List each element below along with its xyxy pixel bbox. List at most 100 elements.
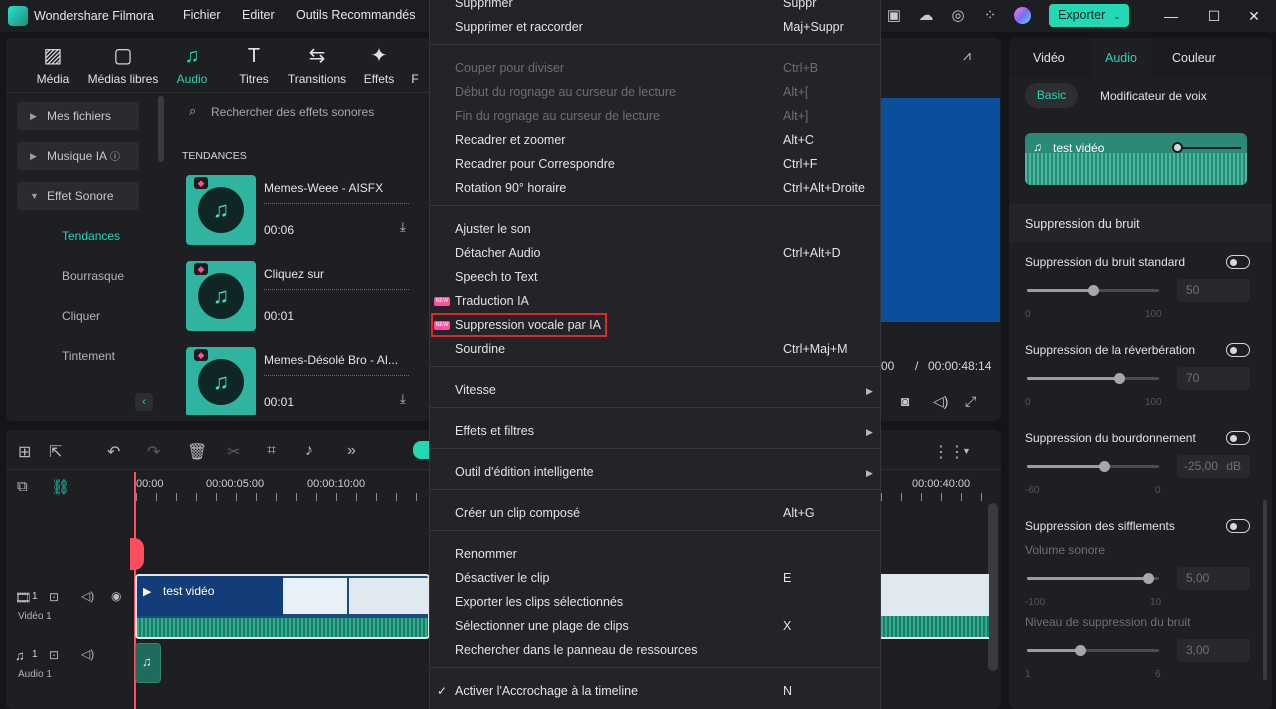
video-clip-tail[interactable] [881,574,989,639]
search-input[interactable]: Rechercher des effets sonores [211,105,374,119]
menu-item[interactable]: Sélectionner une plage de clips [455,619,629,633]
menu-editer[interactable]: Editer [242,8,275,22]
volume-icon[interactable]: ◁) [933,393,948,410]
close-icon[interactable]: ✕ [1244,7,1264,25]
volume-handle[interactable] [1172,142,1183,153]
menu-item[interactable]: Ajuster le son [455,222,531,236]
slider-noise-standard[interactable] [1027,285,1159,296]
layout-icon[interactable]: ⊞ [18,442,31,462]
redo-icon[interactable]: ↷ [147,442,160,462]
toggle-noise-standard[interactable] [1226,255,1250,269]
menu-item[interactable]: Fin du rognage au curseur de lecture [455,109,660,123]
slider-reverb[interactable] [1027,373,1159,384]
menu-item[interactable]: Détacher Audio [455,246,540,260]
sound-card[interactable]: ♫ ◆ Memes-Weee - AISFX 00:06 ⤓ [182,171,425,247]
maximize-icon[interactable]: ☐ [1204,7,1224,25]
chevron-down-icon[interactable]: ▼ [962,446,971,456]
audio-clip[interactable]: ♫ [135,643,161,683]
more-tools-icon[interactable]: » [347,442,356,460]
sidebar-sub-tintement[interactable]: Tintement [62,349,115,363]
toggle-reverb[interactable] [1226,343,1250,357]
sidebar-item-mes-fichiers[interactable]: ▶ Mes fichiers [17,102,139,130]
menu-item[interactable]: Rechercher dans le panneau de ressources [455,643,698,657]
ai-orb-icon[interactable] [1014,7,1031,24]
slider-hum[interactable] [1027,461,1159,472]
menu-item[interactable]: Recadrer et zoomer [455,133,565,147]
sidebar-item-effet-sonore[interactable]: ▼ Effet Sonore [17,182,139,210]
playhead-handle[interactable] [130,538,144,570]
crop-icon[interactable]: ⌗ [267,442,276,460]
menu-item[interactable]: Effets et filtres [455,424,534,438]
add-track-icon[interactable]: ⧉ [17,478,28,495]
value-noise-level[interactable]: 3,00 [1177,639,1250,662]
menu-item[interactable]: Créer un clip composé [455,506,580,520]
collapse-sidebar-icon[interactable]: ‹ [135,393,153,411]
tab-couleur[interactable]: Couleur [1172,51,1216,65]
track-options-icon[interactable]: ⋮⋮ [933,442,965,462]
delete-icon[interactable]: 🗑 [187,442,207,462]
ai-assistant-icon[interactable] [413,441,429,459]
menu-item[interactable]: Sourdine [455,342,505,356]
video-clip[interactable]: ▶ test vidéo [135,574,430,639]
cut-icon[interactable]: ✂ [227,442,240,462]
menu-item[interactable]: Couper pour diviser [455,61,564,75]
menu-item[interactable]: Désactiver le clip [455,571,549,585]
fullscreen-icon[interactable]: ⤢ [965,393,976,410]
tab-audio-props[interactable]: Audio [1091,38,1151,78]
subtab-basic[interactable]: Basic [1025,83,1078,108]
menu-item[interactable]: Début du rognage au curseur de lecture [455,85,676,99]
toggle-hiss[interactable] [1226,519,1250,533]
slider-knob[interactable] [1098,461,1110,472]
sidebar-scrollbar[interactable] [158,96,164,162]
value-hum[interactable]: -25,00 dB [1177,455,1250,478]
subtab-voice-changer[interactable]: Modificateur de voix [1100,89,1207,103]
menu-item[interactable]: Speech to Text [455,270,537,284]
panel-scrollbar[interactable] [1263,500,1267,680]
toggle-hum[interactable] [1226,431,1250,445]
link-icon[interactable]: ⛓ [51,478,70,496]
menu-item[interactable]: Recadrer pour Correspondre [455,157,615,171]
eye-icon[interactable]: ◉ [111,589,121,603]
lock-icon[interactable]: ⊡ [49,590,59,604]
tab-titles[interactable]: T Titres [218,44,290,86]
save-icon[interactable]: ▣ [885,7,903,25]
sidebar-sub-tendances[interactable]: Tendances [62,229,120,243]
slider-knob[interactable] [1088,285,1099,296]
menu-item[interactable]: Vitesse [455,383,496,397]
value-hiss-volume[interactable]: 5,00 [1177,567,1250,590]
download-icon[interactable]: ⤓ [400,391,406,407]
menu-item[interactable]: Supprimer [455,0,513,10]
volume-icon[interactable]: ◁) [81,589,94,603]
sidebar-sub-cliquer[interactable]: Cliquer [62,309,100,323]
menu-item[interactable]: Activer l'Accrochage à la timeline [455,684,638,698]
slider-noise-level[interactable] [1027,645,1159,656]
tab-video[interactable]: Vidéo [1033,51,1065,65]
menu-item[interactable]: Traduction IA [455,294,529,308]
cloud-upload-icon[interactable]: ☁ [917,7,935,25]
tab-stock-media[interactable]: ▢ Médias libres [86,44,160,86]
slider-knob[interactable] [1074,645,1086,656]
value-noise-standard[interactable]: 50 [1177,279,1250,302]
minimize-icon[interactable]: — [1161,7,1181,25]
download-icon[interactable]: ⤓ [400,219,406,235]
export-button[interactable]: Exporter ⌄ [1049,4,1129,27]
menu-outils[interactable]: Outils Recommandés [296,8,416,22]
menu-fichier[interactable]: Fichier [183,8,221,22]
sidebar-sub-bourrasque[interactable]: Bourrasque [62,269,124,283]
scope-icon[interactable]: ⩘ [963,47,971,64]
tab-media[interactable]: ▨ Média [17,44,89,86]
menu-item[interactable]: Outil d'édition intelligente [455,465,594,479]
snapshot-icon[interactable]: ◙ [901,393,909,409]
audio-edit-icon[interactable]: ♪ [305,442,313,460]
headset-icon[interactable]: ◎ [949,7,967,25]
menu-item[interactable]: Renommer [455,547,517,561]
slider-hiss-volume[interactable] [1027,573,1159,584]
apps-grid-icon[interactable]: ⁘ [981,7,999,25]
volume-icon[interactable]: ◁) [81,647,94,661]
lock-icon[interactable]: ⊡ [49,648,59,662]
undo-icon[interactable]: ↶ [107,442,120,462]
sidebar-item-musique-ia[interactable]: ▶ Musique IA ⓘ [17,142,139,170]
sound-card[interactable]: ♫ ◆ Cliquez sur 00:01 [182,257,425,333]
menu-item[interactable]: Rotation 90° horaire [455,181,566,195]
select-tool-icon[interactable]: ⇱ [49,442,62,462]
